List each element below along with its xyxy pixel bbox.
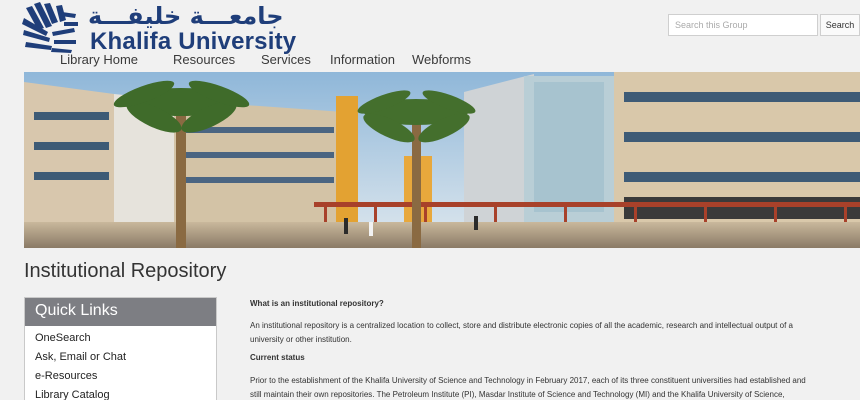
site-header: جامعـــة خليفـــة Khalifa University Lib… <box>0 0 860 70</box>
campus-photo-icon <box>24 72 860 248</box>
logo-arabic-text: جامعـــة خليفـــة <box>88 2 284 30</box>
page-title: Institutional Repository <box>24 260 227 282</box>
quick-links-header: Quick Links <box>25 298 216 326</box>
nav-information[interactable]: Information <box>330 52 395 67</box>
quick-link-e-resources[interactable]: e-Resources <box>35 370 97 382</box>
group-search: Search <box>668 14 860 36</box>
campus-banner-image <box>24 72 860 248</box>
university-logo[interactable]: جامعـــة خليفـــة Khalifa University <box>22 2 296 55</box>
main-content: What is an institutional repository? An … <box>250 297 850 400</box>
search-input[interactable] <box>668 14 818 36</box>
nav-resources[interactable]: Resources <box>173 52 235 67</box>
quick-link-onesearch[interactable]: OneSearch <box>35 332 91 344</box>
nav-webforms[interactable]: Webforms <box>412 52 471 67</box>
quick-link-ask-email-chat[interactable]: Ask, Email or Chat <box>35 351 126 363</box>
nav-services[interactable]: Services <box>261 52 311 67</box>
paragraph-line: An institutional repository is a central… <box>250 321 793 330</box>
section-heading: What is an institutional repository? <box>250 299 384 308</box>
logo-mark-icon <box>22 2 78 53</box>
nav-library-home[interactable]: Library Home <box>60 52 138 67</box>
quick-links-box: Quick Links OneSearch Ask, Email or Chat… <box>24 297 217 400</box>
quick-link-library-catalog[interactable]: Library Catalog <box>35 389 110 400</box>
search-button[interactable]: Search <box>820 14 860 36</box>
library-page: جامعـــة خليفـــة Khalifa University Lib… <box>0 0 860 400</box>
paragraph-line: university or other institution. <box>250 335 352 344</box>
quick-links-title: Quick Links <box>35 302 118 319</box>
paragraph-line: still maintain their own repositories. T… <box>250 390 785 399</box>
section-heading: Current status <box>250 353 305 362</box>
paragraph-line: Prior to the establishment of the Khalif… <box>250 376 806 385</box>
